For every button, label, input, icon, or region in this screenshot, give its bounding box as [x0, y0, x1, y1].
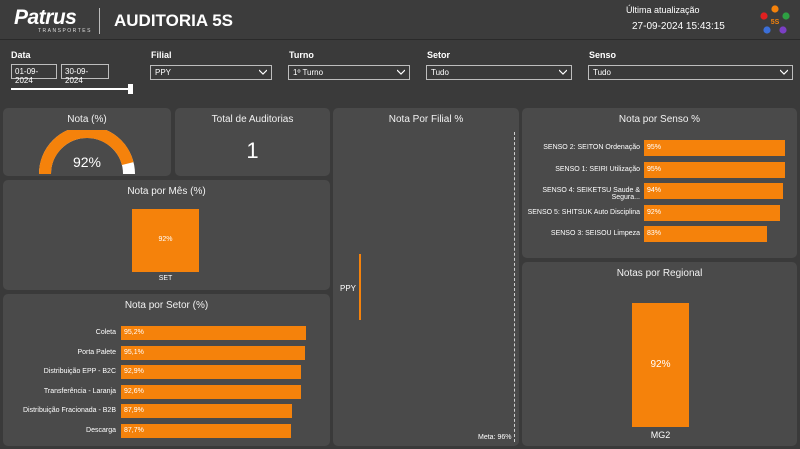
notas-por-regional-title: Notas por Regional: [616, 268, 703, 279]
filial-filter-label: Filial: [151, 50, 172, 60]
date-range-slider-track[interactable]: [11, 88, 131, 90]
senso-dropdown-value: Tudo: [593, 68, 611, 77]
patrus-logo: Patrus: [14, 6, 77, 29]
nota-por-senso-chart: Nota por Senso % SENSO 2: SEITON Ordenaç…: [522, 108, 797, 258]
nota-gauge-title: Nota (%): [67, 114, 107, 125]
nota-por-filial-chart: Nota Por Filial % Meta: 96% PPY: [333, 108, 519, 446]
turno-dropdown[interactable]: 1º Turno: [288, 65, 410, 80]
senso-bar: [644, 204, 781, 221]
setor-category-label: Distribuição EPP - B2C: [43, 368, 116, 375]
nota-por-filial-title: Nota Por Filial %: [388, 114, 464, 125]
last-update-label: Última atualização: [626, 5, 700, 15]
setor-bar-label: 95,2%: [124, 329, 144, 336]
header-divider: [99, 8, 100, 34]
setor-bar: [121, 365, 302, 379]
data-filter-label: Data: [11, 50, 31, 60]
regional-category-label: MG2: [650, 430, 671, 440]
setor-filter-label: Setor: [427, 50, 451, 60]
setor-bar: [121, 423, 292, 438]
setor-dropdown-value: Tudo: [431, 68, 449, 77]
meta-reference-line: [514, 132, 515, 442]
nota-por-mes-title: Nota por Mês (%): [127, 186, 206, 197]
senso-bar: [644, 183, 784, 199]
setor-bar: [121, 384, 301, 399]
setor-bar-label: 92,9%: [124, 368, 144, 375]
total-auditorias-title: Total de Auditorias: [211, 114, 294, 125]
senso-category-label: SENSO 4: SEIKETSU Saude & Segura...: [542, 187, 640, 201]
senso-bar: [644, 161, 785, 178]
setor-category-label: Coleta: [95, 329, 116, 336]
filial-dropdown[interactable]: PPY: [150, 65, 272, 80]
senso-bar-label: 83%: [647, 230, 662, 237]
5s-wheel-icon: 5S: [760, 5, 790, 34]
setor-bar-label: 87,9%: [124, 407, 144, 414]
filial-dropdown-value: PPY: [155, 68, 172, 77]
setor-category-label: Descarga: [86, 426, 116, 434]
total-auditorias-card: Total de Auditorias 1: [175, 108, 330, 176]
senso-category-label: SENSO 3: SEISOU Limpeza: [550, 230, 640, 237]
setor-dropdown[interactable]: Tudo: [426, 65, 572, 80]
turno-dropdown-value: 1º Turno: [293, 68, 324, 77]
setor-bar: [121, 326, 306, 340]
setor-category-label: Distribuição Fracionada - B2B: [23, 407, 116, 414]
setor-bar-label: 92,6%: [124, 387, 144, 395]
nota-por-setor-chart: Nota por Setor (%) Coleta 95,2% Porta Pale…: [3, 294, 330, 446]
nota-por-mes-chart: Nota por Mês (%) 92% SET: [3, 180, 330, 290]
chevron-down-icon: [559, 69, 567, 75]
senso-bar-label: 92%: [647, 208, 662, 216]
date-start-input[interactable]: 01-09-2024: [11, 64, 57, 85]
setor-bar: [121, 345, 306, 360]
senso-bar: [644, 140, 785, 156]
mes-category-label: SET: [158, 275, 173, 282]
setor-bar: [121, 404, 292, 418]
senso-bar: [644, 226, 767, 242]
senso-category-label: SENSO 5: SHITSUK Auto Disciplina: [527, 208, 640, 216]
nota-por-setor-title: Nota por Setor (%): [124, 300, 209, 311]
senso-filter-label: Senso: [589, 50, 617, 60]
svg-text:5S: 5S: [771, 19, 780, 26]
chevron-down-icon: [780, 69, 788, 75]
patrus-logo-subtitle: TRANSPORTES: [38, 28, 92, 34]
chevron-down-icon: [397, 69, 405, 75]
last-update-value: 27-09-2024 15:43:15: [632, 21, 725, 32]
senso-category-label: SENSO 2: SEITON Ordenação: [543, 144, 640, 151]
mes-bar-label: 92%: [158, 235, 173, 243]
nota-gauge-value: 92%: [72, 154, 102, 170]
date-range-slider-handle[interactable]: [128, 84, 133, 94]
turno-filter-label: Turno: [289, 50, 314, 60]
setor-bar-label: 87,7%: [124, 426, 144, 434]
setor-bar-label: 95,1%: [124, 348, 144, 356]
senso-bar-label: 95%: [647, 144, 662, 151]
senso-category-label: SENSO 1: SEIRI Utilização: [555, 165, 640, 173]
filial-category-label: PPY: [340, 284, 357, 293]
regional-bar-label: 92%: [650, 359, 671, 370]
page-title: AUDITORIA 5S: [114, 11, 234, 30]
notas-por-regional-chart: Notas por Regional 92% MG2: [522, 262, 797, 446]
date-end-input[interactable]: 30-09-2024: [61, 64, 109, 85]
senso-dropdown[interactable]: Tudo: [588, 65, 793, 80]
setor-category-label: Porta Palete: [77, 348, 116, 356]
chevron-down-icon: [259, 69, 267, 75]
senso-bar-label: 94%: [647, 187, 662, 194]
meta-reference-label: Meta: 96%: [478, 434, 512, 441]
nota-por-senso-title: Nota por Senso %: [618, 114, 701, 125]
total-auditorias-value: 1: [246, 138, 259, 163]
nota-gauge-panel: Nota (%) 92%: [3, 108, 171, 176]
filial-bar: [359, 254, 361, 320]
senso-bar-label: 95%: [647, 165, 662, 173]
setor-category-label: Transferência - Laranja: [43, 387, 116, 395]
